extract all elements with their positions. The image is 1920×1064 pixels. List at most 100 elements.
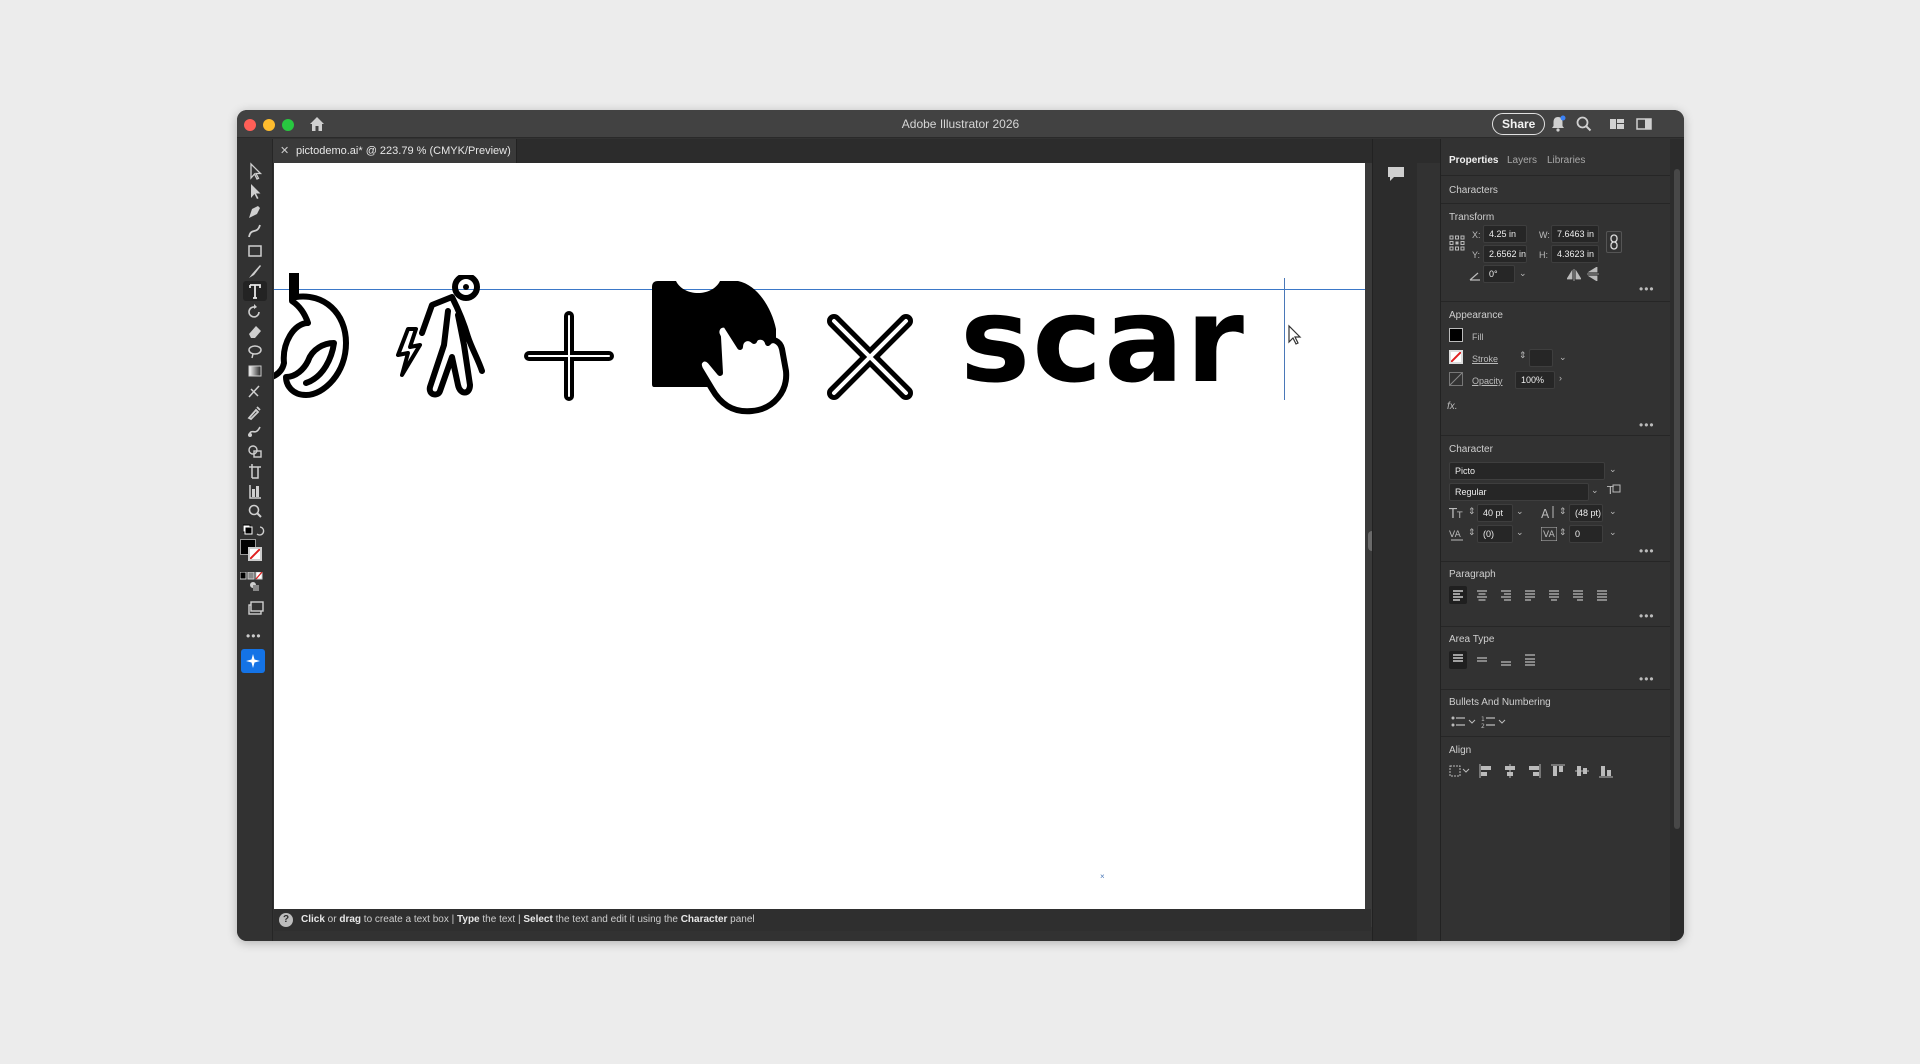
justify-left-button[interactable]	[1521, 586, 1539, 604]
align-center-text-button[interactable]	[1473, 651, 1491, 669]
vertical-align-center-button[interactable]	[1573, 762, 1591, 780]
align-top-text-button[interactable]	[1449, 651, 1467, 669]
pain-person-icon[interactable]	[392, 275, 492, 405]
vertical-align-bottom-button[interactable]	[1597, 762, 1615, 780]
eraser-tool-icon[interactable]	[243, 321, 267, 341]
chevron-down-icon[interactable]: ⌄	[1609, 464, 1617, 475]
font-size-stepper-icon[interactable]: ⇕	[1468, 506, 1476, 517]
stroke-label[interactable]: Stroke	[1472, 354, 1498, 364]
pen-tool-icon[interactable]	[243, 201, 267, 221]
align-left-button[interactable]	[1449, 586, 1467, 604]
tracking-field[interactable]: 0	[1569, 525, 1603, 543]
numbered-list-icon[interactable]: 12	[1481, 715, 1507, 734]
align-center-button[interactable]	[1473, 586, 1491, 604]
appearance-more-options[interactable]: •••	[1639, 418, 1655, 432]
artboard-tool-icon[interactable]	[243, 461, 267, 481]
type-tool-icon[interactable]	[243, 281, 267, 301]
zoom-tool-icon[interactable]	[243, 501, 267, 521]
font-family-dropdown[interactable]: Picto	[1449, 462, 1605, 480]
fill-color-swatch[interactable]	[1449, 328, 1463, 342]
transform-more-options[interactable]: •••	[1639, 282, 1655, 296]
color-mode-buttons[interactable]	[239, 567, 264, 580]
rotate-field[interactable]: 0°	[1483, 265, 1515, 283]
flip-horizontal-icon[interactable]	[1566, 268, 1582, 286]
direct-selection-tool-icon[interactable]	[243, 181, 267, 201]
flip-vertical-icon[interactable]	[1587, 266, 1599, 286]
height-field[interactable]: 4.3623 in	[1551, 245, 1599, 263]
chevron-right-icon[interactable]: ›	[1559, 373, 1562, 383]
tracking-stepper-icon[interactable]: ⇕	[1559, 527, 1567, 538]
leading-field[interactable]: (48 pt)	[1569, 504, 1603, 522]
close-tab-icon[interactable]: ✕	[280, 144, 289, 157]
opacity-field[interactable]: 100%	[1515, 371, 1555, 389]
area-type-more-options[interactable]: •••	[1639, 672, 1655, 686]
chevron-down-icon[interactable]: ⌄	[1516, 506, 1524, 517]
opacity-label[interactable]: Opacity	[1472, 376, 1503, 386]
tshirt-touch-icon[interactable]	[648, 279, 818, 419]
effects-fx-button[interactable]: fx.	[1447, 401, 1458, 412]
lasso-tool-icon[interactable]	[243, 341, 267, 361]
eyedropper-tool-icon[interactable]	[243, 401, 267, 421]
draw-mode-icon[interactable]	[243, 579, 267, 599]
search-icon[interactable]	[1574, 114, 1594, 134]
canvas-text-frame[interactable]: scar	[960, 281, 1246, 399]
character-more-options[interactable]: •••	[1639, 544, 1655, 558]
justify-right-button[interactable]	[1569, 586, 1587, 604]
stroke-weight-field[interactable]	[1529, 349, 1553, 367]
rectangle-tool-icon[interactable]	[243, 241, 267, 261]
horizontal-align-center-button[interactable]	[1501, 762, 1519, 780]
tab-layers[interactable]: Layers	[1507, 155, 1537, 166]
screen-mode-icon[interactable]	[243, 599, 267, 619]
gradient-tool-icon[interactable]	[243, 361, 267, 381]
panel-layout-icon[interactable]	[1634, 114, 1654, 134]
bulleted-list-icon[interactable]	[1451, 715, 1477, 734]
stroke-color-swatch[interactable]	[1449, 350, 1463, 364]
panel-scrollbar[interactable]	[1670, 139, 1684, 941]
stroke-weight-stepper-icon[interactable]: ⇕	[1519, 350, 1527, 361]
plus-icon[interactable]	[524, 311, 614, 401]
x-position-field[interactable]: 4.25 in	[1483, 225, 1527, 243]
selection-tool-icon[interactable]	[243, 161, 267, 181]
chevron-down-icon[interactable]: ⌄	[1519, 268, 1527, 279]
workspace-switcher-icon[interactable]	[1607, 114, 1627, 134]
chevron-down-icon[interactable]: ⌄	[1516, 527, 1524, 538]
chevron-down-icon[interactable]: ⌄	[1609, 527, 1617, 538]
bar-graph-tool-icon[interactable]	[243, 481, 267, 501]
leading-stepper-icon[interactable]: ⇕	[1559, 506, 1567, 517]
reference-point-icon[interactable]	[1449, 235, 1465, 256]
canvas-area[interactable]: scar ×	[274, 163, 1379, 927]
panel-scrollbar-thumb[interactable]	[1674, 169, 1680, 829]
edit-toolbar-more-icon[interactable]: •••	[246, 629, 262, 643]
tab-libraries[interactable]: Libraries	[1547, 155, 1585, 166]
paintbrush-tool-icon[interactable]	[243, 261, 267, 281]
width-field[interactable]: 7.6463 in	[1551, 225, 1599, 243]
blend-tool-icon[interactable]	[243, 421, 267, 441]
justify-text-vertical-button[interactable]	[1521, 651, 1539, 669]
notification-bell-icon[interactable]	[1548, 114, 1568, 134]
kerning-field[interactable]: (0)	[1477, 525, 1513, 543]
shape-builder-tool-icon[interactable]	[243, 441, 267, 461]
font-style-dropdown[interactable]: Regular	[1449, 483, 1589, 501]
artboard[interactable]: scar ×	[274, 163, 1365, 909]
justify-center-button[interactable]	[1545, 586, 1563, 604]
mesh-tool-icon[interactable]	[243, 381, 267, 401]
align-right-button[interactable]	[1497, 586, 1515, 604]
paragraph-more-options[interactable]: •••	[1639, 609, 1655, 623]
stomach-icon[interactable]	[274, 273, 374, 403]
vertical-align-top-button[interactable]	[1549, 762, 1567, 780]
help-icon[interactable]: ?	[279, 913, 293, 927]
horizontal-align-left-button[interactable]	[1477, 762, 1495, 780]
touch-type-icon[interactable]: T	[1606, 483, 1621, 502]
share-button[interactable]: Share	[1492, 113, 1546, 135]
chevron-down-icon[interactable]: ⌄	[1559, 352, 1567, 363]
font-size-field[interactable]: 40 pt	[1477, 504, 1513, 522]
kerning-stepper-icon[interactable]: ⇕	[1468, 527, 1476, 538]
tab-properties[interactable]: Properties	[1449, 155, 1498, 166]
horizontal-align-right-button[interactable]	[1525, 762, 1543, 780]
stroke-swatch[interactable]	[248, 547, 262, 561]
times-icon[interactable]	[826, 313, 914, 401]
comments-icon[interactable]	[1386, 165, 1406, 188]
document-tab[interactable]: ✕ pictodemo.ai* @ 223.79 % (CMYK/Preview…	[273, 139, 517, 163]
align-to-selection-icon[interactable]	[1449, 763, 1471, 784]
chevron-down-icon[interactable]: ⌄	[1591, 485, 1599, 496]
